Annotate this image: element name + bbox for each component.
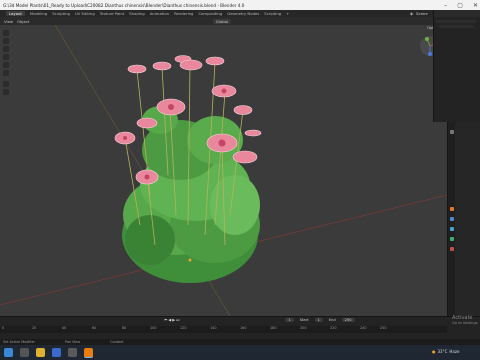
current-frame-field[interactable]: 1 xyxy=(285,318,294,322)
transform-orientation-dropdown[interactable]: Global xyxy=(212,18,231,24)
weather-temp: 33°C xyxy=(437,349,448,354)
material-tab-icon[interactable] xyxy=(449,247,454,251)
rotate-tool-icon[interactable] xyxy=(3,54,9,60)
tab-sculpting[interactable]: Sculpting xyxy=(52,11,70,16)
ruler-tick: 60 xyxy=(92,326,97,330)
activation-subtitle: Go to Settings xyxy=(452,321,478,325)
plant-model xyxy=(114,55,262,283)
tab-rendering[interactable]: Rendering xyxy=(174,11,193,16)
minimize-icon[interactable]: – xyxy=(444,2,447,9)
outliner-panel[interactable] xyxy=(433,10,480,122)
tab-shading[interactable]: Shading xyxy=(129,11,144,16)
ruler-tick: 220 xyxy=(330,326,337,330)
modifier-tab-icon[interactable] xyxy=(449,217,454,221)
tab-layout[interactable]: Layout xyxy=(6,11,25,16)
start-icon[interactable] xyxy=(4,348,13,357)
object-tab-icon[interactable] xyxy=(449,207,454,211)
object-menu[interactable]: Object xyxy=(17,19,29,24)
add-workspace-button[interactable]: + xyxy=(286,11,289,16)
data-tab-icon[interactable] xyxy=(449,237,454,241)
ruler-tick: 240 xyxy=(360,326,367,330)
cursor-tool-icon[interactable] xyxy=(3,38,9,44)
tab-scripting[interactable]: Scripting xyxy=(264,11,281,16)
browser-icon[interactable] xyxy=(52,348,61,357)
frame-ruler[interactable]: 0 20 40 60 80 100 120 140 160 180 200 22… xyxy=(0,326,447,333)
weather-text: Haze xyxy=(449,349,460,354)
workspace-tabs: Layout Modeling Sculpting UV Editing Tex… xyxy=(0,10,416,17)
maximize-icon[interactable]: ▢ xyxy=(457,2,463,9)
ruler-tick: 80 xyxy=(122,326,127,330)
weather-widget[interactable]: ● 33°C Haze xyxy=(432,349,459,354)
start-label: Start xyxy=(299,318,309,322)
select-tool-icon[interactable] xyxy=(3,30,9,36)
blender-taskbar-icon[interactable] xyxy=(84,348,93,358)
ruler-tick: 160 xyxy=(240,326,247,330)
status-context: Context xyxy=(110,340,124,344)
status-left: Set Active Modifier xyxy=(3,340,35,344)
close-icon[interactable]: ✕ xyxy=(473,2,478,9)
tool-tab-icon[interactable] xyxy=(449,130,454,134)
scene-icon: ◈ xyxy=(410,11,414,16)
transform-tool-icon[interactable] xyxy=(3,70,9,76)
transport-controls[interactable]: ⏮ ◀ ▶ ⏭ xyxy=(164,318,179,322)
ruler-tick: 140 xyxy=(210,326,217,330)
outliner-row[interactable] xyxy=(439,25,474,28)
tab-modeling[interactable]: Modeling xyxy=(30,11,47,16)
constraint-tab-icon[interactable] xyxy=(449,227,454,231)
tab-uv-editing[interactable]: UV Editing xyxy=(75,11,95,16)
scene-label: Scene xyxy=(416,11,428,16)
status-pan: Pan View xyxy=(64,340,81,344)
ruler-tick: 40 xyxy=(62,326,67,330)
ruler-tick: 120 xyxy=(180,326,187,330)
app-icon[interactable] xyxy=(68,348,77,357)
tab-geometry-nodes[interactable]: Geometry Nodes xyxy=(227,11,259,16)
ruler-tick: 180 xyxy=(270,326,277,330)
search-icon[interactable] xyxy=(20,348,29,357)
tab-compositing[interactable]: Compositing xyxy=(198,11,222,16)
annotate-tool-icon[interactable] xyxy=(3,81,9,87)
end-frame-field[interactable]: 250 xyxy=(341,318,355,322)
scale-tool-icon[interactable] xyxy=(3,62,9,68)
viewport-scene xyxy=(0,25,447,316)
ruler-tick: 100 xyxy=(150,326,157,330)
move-tool-icon[interactable] xyxy=(3,46,9,52)
window-title-bar: G:\3d Model Plants\01_Ready to Upload\C2… xyxy=(0,0,480,10)
timeline-editor[interactable]: ⏮ ◀ ▶ ⏭ 1 Start 1 End 250 0 20 40 60 80 … xyxy=(0,316,480,340)
ruler-tick: 200 xyxy=(300,326,307,330)
outliner-row[interactable] xyxy=(436,20,476,23)
viewport-header: View Object Global xyxy=(0,17,451,25)
measure-tool-icon[interactable] xyxy=(3,89,9,95)
properties-panel[interactable] xyxy=(447,122,480,316)
windows-activation-notice: Activate Go to Settings xyxy=(452,316,480,326)
tab-animation[interactable]: Animation xyxy=(150,11,169,16)
view-menu[interactable]: View xyxy=(4,19,13,24)
ruler-tick: 250 xyxy=(380,326,387,330)
start-frame-field[interactable]: 1 xyxy=(314,318,323,322)
tab-texture-paint[interactable]: Texture Paint xyxy=(100,11,125,16)
weather-icon: ● xyxy=(432,349,436,354)
outliner-header xyxy=(434,10,480,17)
end-label: End xyxy=(328,318,336,322)
ruler-tick: 20 xyxy=(32,326,37,330)
ruler-tick: 0 xyxy=(2,326,5,330)
windows-taskbar: ● 33°C Haze xyxy=(0,345,480,360)
3d-viewport[interactable]: Options xyxy=(0,25,447,316)
window-title: G:\3d Model Plants\01_Ready to Upload\C2… xyxy=(3,2,245,8)
file-explorer-icon[interactable] xyxy=(36,348,45,357)
